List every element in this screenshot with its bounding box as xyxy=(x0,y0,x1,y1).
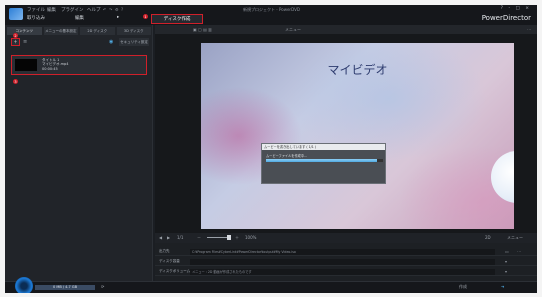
status-bar: 0 MB / 4.7 GB ⟳ 作成 ➜ xyxy=(5,277,537,293)
menu-plugins[interactable]: プラグイン xyxy=(61,7,84,13)
left-toolbar: ＋ ≡ 2 ◉ セキュリティ設定 xyxy=(7,33,151,48)
disc-icon[interactable]: ◉ xyxy=(109,39,113,45)
folder-icon[interactable]: ▭ xyxy=(505,249,509,254)
undo-icon[interactable]: ↶ xyxy=(103,7,106,12)
menu-preview-video: マイビデオ ムービーを書き出しています ( 1/1 ) ムービーファイルを作成中… xyxy=(201,43,514,229)
title-thumbnail xyxy=(15,59,37,71)
preview-options-icon[interactable]: ⋯ xyxy=(527,27,531,32)
tab-edit[interactable]: 編集 xyxy=(75,15,84,21)
security-button[interactable]: セキュリティ設定 xyxy=(119,38,149,46)
capacity-field[interactable] xyxy=(190,258,495,265)
add-icon[interactable]: ＋ xyxy=(11,38,20,46)
menu-edit[interactable]: 編集 xyxy=(47,7,56,13)
title-bar: ファイル 編集 プラグイン ヘルプ ↶ ↷ ⚙ ? 取り込み 編集 ▸ ディスク… xyxy=(5,5,537,25)
preview-toolbar-icons[interactable]: ▣ ▢ ▤ ▥ xyxy=(193,27,212,32)
capacity-meter: 0 MB / 4.7 GB xyxy=(35,285,95,290)
capacity-label: ディスク容量 xyxy=(159,259,180,263)
title-file: マイビデオ.mp4 xyxy=(42,62,69,67)
disc-capacity-icon xyxy=(15,277,33,293)
app-logo xyxy=(9,8,23,20)
callout-badge-1: 1 xyxy=(143,14,148,19)
prev-icon[interactable]: ◀ xyxy=(159,235,162,240)
volume-field[interactable]: メニュー : 2D 動画が作成されたものです xyxy=(190,268,495,275)
property-row-volume: ディスクボリューム メニュー : 2D 動画が作成されたものです ▾ xyxy=(155,267,537,276)
help-icon[interactable]: ? xyxy=(121,7,123,12)
title-list-item[interactable]: タイトル 1 マイビデオ.mp4 00:00:45 xyxy=(11,55,147,75)
tab-produce[interactable]: ▸ xyxy=(117,15,119,20)
more-icon[interactable]: ⋯ xyxy=(517,249,521,254)
menu-help[interactable]: ヘルプ xyxy=(87,7,101,13)
title-info: タイトル 1 マイビデオ.mp4 00:00:45 xyxy=(42,58,68,71)
callout-badge-2: 2 xyxy=(13,33,18,38)
brand-label: PowerDirector xyxy=(481,14,531,22)
progress-fill xyxy=(266,159,378,162)
menu-file[interactable]: ファイル xyxy=(27,7,45,13)
output-label: 出力先 xyxy=(159,249,170,253)
zoom-level: 100% xyxy=(245,235,257,240)
decorative-circle xyxy=(491,151,514,203)
page-indicator: 1/1 xyxy=(177,235,184,240)
window-title: 新規プロジェクト - PowerDVD xyxy=(243,7,300,12)
mode-2d-label[interactable]: 2D xyxy=(485,235,491,240)
property-row-capacity: ディスク容量 ▾ xyxy=(155,257,537,266)
menu-title-text[interactable]: マイビデオ xyxy=(201,61,514,78)
progress-bar xyxy=(266,159,383,162)
app-window: ファイル 編集 プラグイン ヘルプ ↶ ↷ ⚙ ? 取り込み 編集 ▸ ディスク… xyxy=(5,5,537,293)
output-properties: 出力先 C:¥Program Files¥CyberLink¥PowerDire… xyxy=(155,243,537,281)
preview-menu-button[interactable]: メニュー xyxy=(507,235,523,241)
volume-dropdown-icon[interactable]: ▾ xyxy=(505,269,507,274)
capacity-dropdown-icon[interactable]: ▾ xyxy=(505,259,507,264)
tab-menu-settings[interactable]: メニューの基本設定 xyxy=(43,27,78,35)
dialog-title: ムービーを書き出しています ( 1/1 ) xyxy=(262,144,385,150)
export-progress-dialog: ムービーを書き出しています ( 1/1 ) ムービーファイルを作成中... xyxy=(261,143,386,184)
next-icon[interactable]: ▶ xyxy=(167,235,170,240)
window-controls[interactable]: ? - □ × xyxy=(501,6,531,11)
callout-badge-3: 3 xyxy=(13,79,18,84)
burn-button[interactable]: 作成 xyxy=(459,284,467,290)
dialog-message: ムービーファイルを作成中... xyxy=(266,154,308,158)
property-row-output: 出力先 C:¥Program Files¥CyberLink¥PowerDire… xyxy=(155,247,537,256)
zoom-out-icon[interactable]: － xyxy=(197,235,201,241)
preview-toolbar: ▣ ▢ ▤ ▥ メニュー ⋯ xyxy=(155,25,537,34)
output-path-field[interactable]: C:¥Program Files¥CyberLink¥PowerDirector… xyxy=(190,248,495,255)
settings-icon[interactable]: ⚙ xyxy=(115,7,119,12)
zoom-slider[interactable] xyxy=(207,237,229,238)
title-duration: 00:00:45 xyxy=(42,66,58,71)
playback-bar: ◀ ▶ 1/1 － ＋ 100% 2D メニュー xyxy=(155,233,537,243)
next-step-icon[interactable]: ➜ xyxy=(501,284,504,289)
zoom-in-icon[interactable]: ＋ xyxy=(235,235,239,241)
redo-icon[interactable]: ↷ xyxy=(109,7,112,12)
tab-create-disc[interactable]: ディスク作成 xyxy=(151,14,203,24)
tab-3d-disc[interactable]: 3D ディスク xyxy=(116,27,151,35)
content-panel: コンテンツ メニューの基本設定 2D ディスク 3D ディスク ＋ ≡ 2 ◉ … xyxy=(5,25,153,281)
left-tabs: コンテンツ メニューの基本設定 2D ディスク 3D ディスク xyxy=(7,27,151,35)
preview-menu-label: メニュー xyxy=(285,27,301,32)
tab-2d-disc[interactable]: 2D ディスク xyxy=(80,27,115,35)
list-icon[interactable]: ≡ xyxy=(23,39,27,45)
zoom-slider-handle[interactable] xyxy=(227,235,231,240)
tab-capture[interactable]: 取り込み xyxy=(27,15,45,21)
preview-stage: マイビデオ ムービーを書き出しています ( 1/1 ) ムービーファイルを作成中… xyxy=(155,34,537,233)
refresh-icon[interactable]: ⟳ xyxy=(101,284,104,289)
volume-label: ディスクボリューム xyxy=(159,269,191,273)
